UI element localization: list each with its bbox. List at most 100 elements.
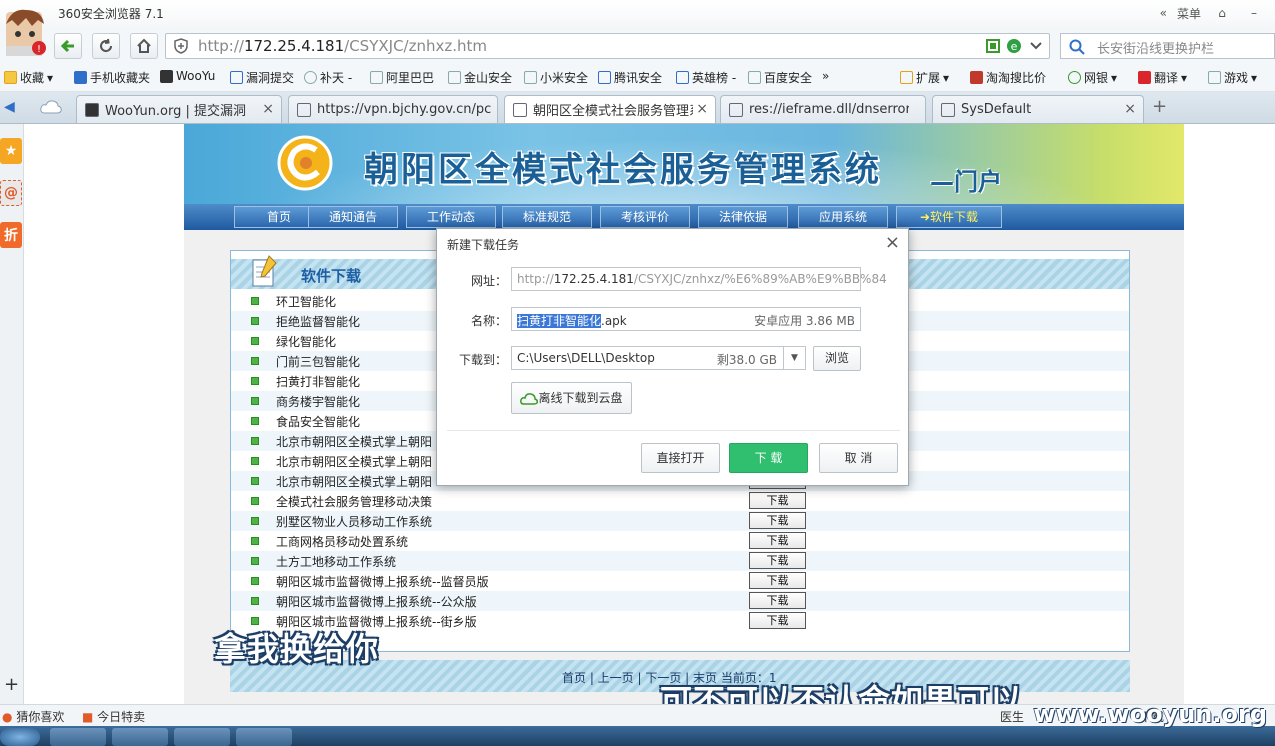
app-name[interactable]: 商务楼宇智能化 [276, 393, 360, 410]
favorites-item[interactable]: 漏洞提交 [230, 69, 294, 86]
close-icon[interactable]: × [262, 101, 274, 117]
app-name[interactable]: 土方工地移动工作系统 [276, 553, 396, 570]
menu-button[interactable]: 菜单 [1177, 5, 1201, 22]
app-name[interactable]: 拒绝监督智能化 [276, 313, 360, 330]
tab-wooyun[interactable]: WooYun.org | 提交漏洞 × [76, 95, 282, 123]
download-item-button[interactable]: 下载 [749, 572, 806, 589]
nav-notices[interactable]: 通知通告 [308, 206, 398, 228]
saveto-label: 下载到： [458, 353, 507, 367]
favorites-item[interactable]: 金山安全 [448, 69, 512, 86]
skin-icon[interactable]: ⌂ [1211, 3, 1233, 23]
cloud-icon[interactable] [40, 100, 62, 114]
tab-sysdefault[interactable]: SysDefault × [932, 95, 1144, 123]
app-name[interactable]: 门前三包智能化 [276, 353, 360, 370]
tab-vpn[interactable]: https://vpn.bjchy.gov.cn/pc [288, 95, 498, 123]
app-name[interactable]: 北京市朝阳区全模式掌上朝阳 [276, 433, 432, 450]
nav-software-download[interactable]: ➜软件下载 [896, 206, 1002, 228]
favorites-item[interactable]: 阿里巴巴 [370, 69, 434, 86]
app-name[interactable]: 朝阳区城市监督微博上报系统--监督员版 [276, 573, 489, 590]
browser-titlebar: ! 360安全浏览器 7.1 « 菜单 ⌂ – [0, 0, 1275, 56]
discount-icon[interactable]: 折 [0, 222, 22, 248]
app-name[interactable]: 食品安全智能化 [276, 413, 360, 430]
download-button[interactable]: 下 载 [729, 443, 808, 473]
favorites-item[interactable]: 手机收藏夹 [74, 69, 150, 86]
mail-icon[interactable]: @ [0, 180, 22, 206]
favorites-item[interactable]: 英雄榜 - [676, 69, 736, 86]
favorites-item[interactable]: 百度安全 [748, 69, 812, 86]
favorites-item[interactable]: WooYu [160, 69, 215, 83]
start-button[interactable] [0, 728, 40, 746]
collapse-icon[interactable]: « [1160, 6, 1167, 20]
app-name[interactable]: 北京市朝阳区全模式掌上朝阳 [276, 473, 432, 490]
refresh-button[interactable] [92, 33, 120, 59]
favorites-item[interactable]: 补天 - [304, 69, 352, 86]
download-item-button[interactable]: 下载 [749, 492, 806, 509]
taotao-button[interactable]: 淘淘搜比价 [970, 69, 1046, 86]
open-directly-button[interactable]: 直接打开 [641, 443, 720, 473]
app-name[interactable]: 别墅区物业人员移动工作系统 [276, 513, 432, 530]
close-icon[interactable]: × [885, 232, 900, 253]
download-item-button[interactable]: 下载 [749, 552, 806, 569]
filename-field[interactable]: 扫黄打非智能化.apk 安卓应用 3.86 MB [511, 307, 861, 331]
download-item-button[interactable]: 下载 [749, 592, 806, 609]
favorites-item[interactable]: 小米安全 [524, 69, 588, 86]
user-avatar-icon[interactable]: ! [2, 6, 48, 58]
favorites-star-icon[interactable]: ★ [0, 138, 22, 164]
taskbar-app-icon[interactable] [174, 728, 230, 746]
download-item-button[interactable]: 下载 [749, 612, 806, 629]
app-name[interactable]: 全模式社会服务管理移动决策 [276, 493, 432, 510]
minimize-icon[interactable]: – [1243, 3, 1265, 23]
app-name[interactable]: 朝阳区城市监督微博上报系统--公众版 [276, 593, 477, 610]
nav-evaluation[interactable]: 考核评价 [600, 206, 690, 228]
nav-law[interactable]: 法律依据 [698, 206, 788, 228]
search-box[interactable]: 长安街沿线更换护栏 [1060, 33, 1275, 59]
address-bar[interactable]: http://172.25.4.181/CSYXJC/znhxz.htm e [165, 33, 1050, 59]
free-space: 剩38.0 GB [716, 353, 777, 367]
chevron-down-icon[interactable] [1030, 42, 1042, 50]
ebank-button[interactable]: 网银 ▾ [1068, 69, 1117, 86]
tab-dnserror[interactable]: res://ieframe.dll/dnserror.h [720, 95, 926, 123]
tab-chaoyang[interactable]: 朝阳区全模式社会服务管理系 × [504, 95, 716, 123]
app-name[interactable]: 绿化智能化 [276, 333, 336, 350]
extensions-button[interactable]: 扩展 ▾ [900, 69, 949, 86]
taskbar-ie-icon[interactable] [112, 728, 168, 746]
taskbar-360-icon[interactable] [50, 728, 106, 746]
today-deal[interactable]: ■ 今日特卖 [82, 708, 145, 725]
nav-standards[interactable]: 标准规范 [502, 206, 592, 228]
doctor-button[interactable]: 医生 [1000, 708, 1024, 725]
app-name[interactable]: 北京市朝阳区全模式掌上朝阳 [276, 453, 432, 470]
browse-button[interactable]: 浏览 [813, 346, 861, 371]
tencent-shield-icon [598, 71, 611, 84]
saveto-field[interactable]: C:\Users\DELL\Desktop 剩38.0 GB ▼ [511, 346, 806, 370]
favorites-item[interactable]: 腾讯安全 [598, 69, 662, 86]
nav-work-news[interactable]: 工作动态 [406, 206, 496, 228]
guess-you-like[interactable]: ● 猜你喜欢 [2, 708, 64, 725]
cancel-button[interactable]: 取 消 [819, 443, 898, 473]
add-sidebar-icon[interactable]: + [4, 674, 19, 695]
download-item-button[interactable]: 下载 [749, 512, 806, 529]
chevron-down-icon[interactable]: ▼ [783, 347, 805, 369]
app-name[interactable]: 扫黄打非智能化 [276, 373, 360, 390]
games-button[interactable]: 游戏 ▾ [1208, 69, 1257, 86]
nav-apps[interactable]: 应用系统 [798, 206, 888, 228]
translate-button[interactable]: 翻译 ▾ [1138, 69, 1187, 86]
qrcode-icon[interactable] [986, 39, 1000, 53]
offline-cloud-button[interactable]: 离线下载到云盘 [511, 382, 632, 414]
close-icon[interactable]: × [696, 101, 708, 117]
close-icon[interactable]: × [1124, 101, 1136, 117]
ie-mode-icon[interactable]: e [1006, 38, 1022, 54]
favorites-more-button[interactable]: » [822, 69, 829, 83]
home-button[interactable] [130, 33, 158, 59]
url-field[interactable]: http://172.25.4.181/CSYXJC/znhxz/%E6%89%… [511, 267, 887, 291]
app-title: 360安全浏览器 7.1 [58, 7, 164, 21]
app-name[interactable]: 工商网格员移动处置系统 [276, 533, 408, 550]
sidebar-toggle-icon[interactable]: ◀ [4, 99, 15, 115]
taskbar-app-icon[interactable] [236, 728, 292, 746]
new-tab-button[interactable]: + [1152, 96, 1167, 117]
guess-icon: ● [2, 710, 13, 724]
download-item-button[interactable]: 下载 [749, 532, 806, 549]
back-button[interactable] [54, 33, 82, 59]
bullet-icon [251, 537, 259, 545]
favorites-item[interactable]: 收藏 ▾ [4, 69, 53, 86]
app-name[interactable]: 环卫智能化 [276, 293, 336, 310]
